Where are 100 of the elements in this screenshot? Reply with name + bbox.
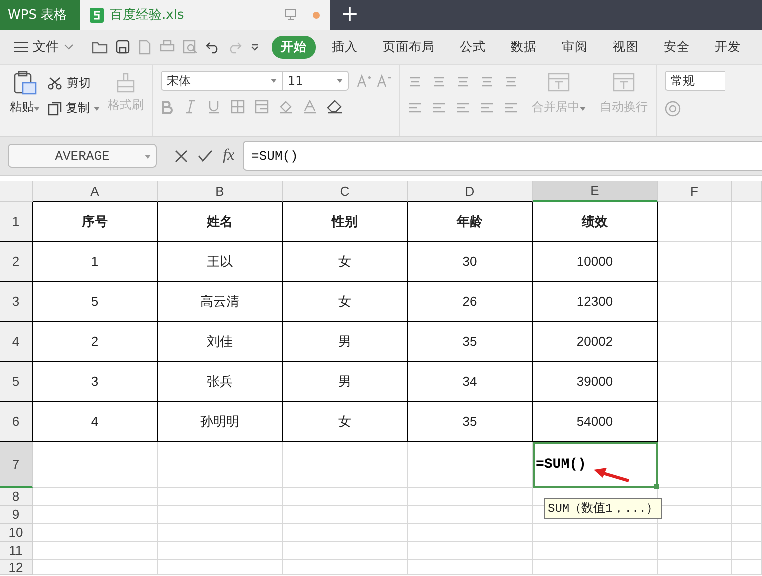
monitor-icon[interactable]	[285, 9, 297, 21]
empty-cell[interactable]	[732, 322, 762, 362]
empty-cell[interactable]	[408, 524, 533, 542]
empty-cell[interactable]	[158, 488, 283, 506]
active-cell[interactable]: =SUM()	[533, 442, 658, 488]
paste-button[interactable]: 粘贴	[10, 71, 40, 136]
empty-cell[interactable]	[158, 506, 283, 524]
copy-button[interactable]: 复制	[48, 100, 100, 117]
row-header[interactable]: 10	[0, 524, 33, 542]
cut-button[interactable]: 剪切	[48, 75, 100, 92]
decrease-indent-icon[interactable]	[480, 75, 494, 89]
undo-icon[interactable]	[206, 40, 220, 54]
select-all-button[interactable]	[0, 181, 33, 202]
copy-icon[interactable]	[48, 102, 62, 116]
insert-function-button[interactable]: fx	[223, 147, 235, 165]
underline-icon[interactable]	[207, 100, 221, 114]
empty-cell[interactable]	[658, 322, 732, 362]
empty-cell[interactable]	[533, 542, 658, 560]
column-header[interactable]: B	[158, 181, 283, 202]
align-bottom-icon[interactable]	[456, 75, 470, 89]
ribbon-tab[interactable]: 页面布局	[383, 36, 435, 58]
row-header[interactable]: 7	[0, 442, 33, 488]
fill-color-icon[interactable]	[279, 100, 293, 114]
italic-icon[interactable]	[183, 100, 197, 114]
pdf-icon[interactable]	[138, 40, 152, 54]
font-name-field[interactable]: 宋体	[161, 71, 283, 91]
fill-pattern-icon[interactable]	[255, 100, 269, 114]
ribbon-tab[interactable]: 开始	[272, 36, 316, 58]
empty-cell[interactable]	[732, 524, 762, 542]
empty-cell[interactable]	[533, 560, 658, 575]
ribbon-tab[interactable]: 视图	[613, 36, 639, 58]
redo-icon[interactable]	[228, 40, 242, 54]
empty-cell[interactable]	[658, 560, 732, 575]
printer-icon[interactable]	[160, 40, 175, 54]
empty-cell[interactable]	[732, 506, 762, 524]
empty-cell[interactable]	[732, 402, 762, 442]
folder-icon[interactable]	[92, 40, 108, 54]
empty-cell[interactable]	[408, 506, 533, 524]
empty-cell[interactable]	[658, 524, 732, 542]
new-tab-button[interactable]: +	[330, 0, 370, 30]
row-header[interactable]: 8	[0, 488, 33, 506]
formula-input[interactable]: =SUM()	[242, 141, 762, 171]
empty-cell[interactable]	[732, 542, 762, 560]
ribbon-tab[interactable]: 数据	[511, 36, 537, 58]
ribbon-tab[interactable]: 开发	[715, 36, 741, 58]
column-header[interactable]: A	[33, 181, 158, 202]
file-menu[interactable]: 文件	[14, 38, 74, 56]
ribbon-tab[interactable]: 安全	[664, 36, 690, 58]
column-header[interactable]	[732, 181, 762, 202]
empty-cell[interactable]	[158, 524, 283, 542]
align-left-icon[interactable]	[408, 101, 422, 115]
increase-indent-icon[interactable]	[504, 75, 518, 89]
number-format-field[interactable]: 常规	[665, 71, 725, 91]
empty-cell[interactable]	[408, 542, 533, 560]
check-icon[interactable]	[198, 150, 213, 162]
font-size-field[interactable]: 11	[283, 71, 349, 91]
column-header[interactable]: F	[658, 181, 732, 202]
row-header[interactable]: 9	[0, 506, 33, 524]
column-header[interactable]: C	[283, 181, 408, 202]
empty-cell[interactable]	[283, 560, 408, 575]
shrink-font-icon[interactable]	[377, 74, 391, 88]
empty-cell[interactable]	[658, 202, 732, 242]
distribute-icon[interactable]	[504, 101, 518, 115]
empty-cell[interactable]	[158, 560, 283, 575]
cancel-icon[interactable]	[175, 150, 188, 162]
column-header[interactable]: E	[533, 181, 658, 202]
app-tab[interactable]: WPS 表格	[0, 0, 80, 30]
empty-cell[interactable]	[283, 442, 408, 488]
empty-cell[interactable]	[283, 488, 408, 506]
empty-cell[interactable]	[732, 560, 762, 575]
bold-icon[interactable]	[161, 100, 173, 114]
ribbon-tab[interactable]: 插入	[332, 36, 358, 58]
empty-cell[interactable]	[732, 282, 762, 322]
empty-cell[interactable]	[283, 542, 408, 560]
currency-icon[interactable]	[665, 101, 681, 117]
ribbon-tab[interactable]: 公式	[460, 36, 486, 58]
empty-cell[interactable]	[283, 524, 408, 542]
row-header[interactable]: 6	[0, 402, 33, 442]
align-middle-icon[interactable]	[432, 75, 446, 89]
empty-cell[interactable]	[408, 488, 533, 506]
empty-cell[interactable]	[658, 282, 732, 322]
name-box[interactable]: AVERAGE	[8, 144, 157, 168]
column-header[interactable]: D	[408, 181, 533, 202]
row-header[interactable]: 2	[0, 242, 33, 282]
empty-cell[interactable]	[408, 560, 533, 575]
save-icon[interactable]	[116, 40, 130, 54]
border-icon[interactable]	[231, 100, 245, 114]
dropdown-icon[interactable]	[250, 42, 260, 52]
row-header[interactable]: 12	[0, 560, 33, 575]
empty-cell[interactable]	[158, 542, 283, 560]
justify-icon[interactable]	[480, 101, 494, 115]
row-header[interactable]: 11	[0, 542, 33, 560]
scissors-icon[interactable]	[48, 77, 63, 90]
eraser-icon[interactable]	[327, 100, 343, 114]
empty-cell[interactable]	[533, 524, 658, 542]
row-header[interactable]: 4	[0, 322, 33, 362]
align-right-icon[interactable]	[456, 101, 470, 115]
empty-cell[interactable]	[658, 442, 732, 488]
preview-icon[interactable]	[183, 40, 198, 54]
grow-font-icon[interactable]	[357, 74, 371, 88]
